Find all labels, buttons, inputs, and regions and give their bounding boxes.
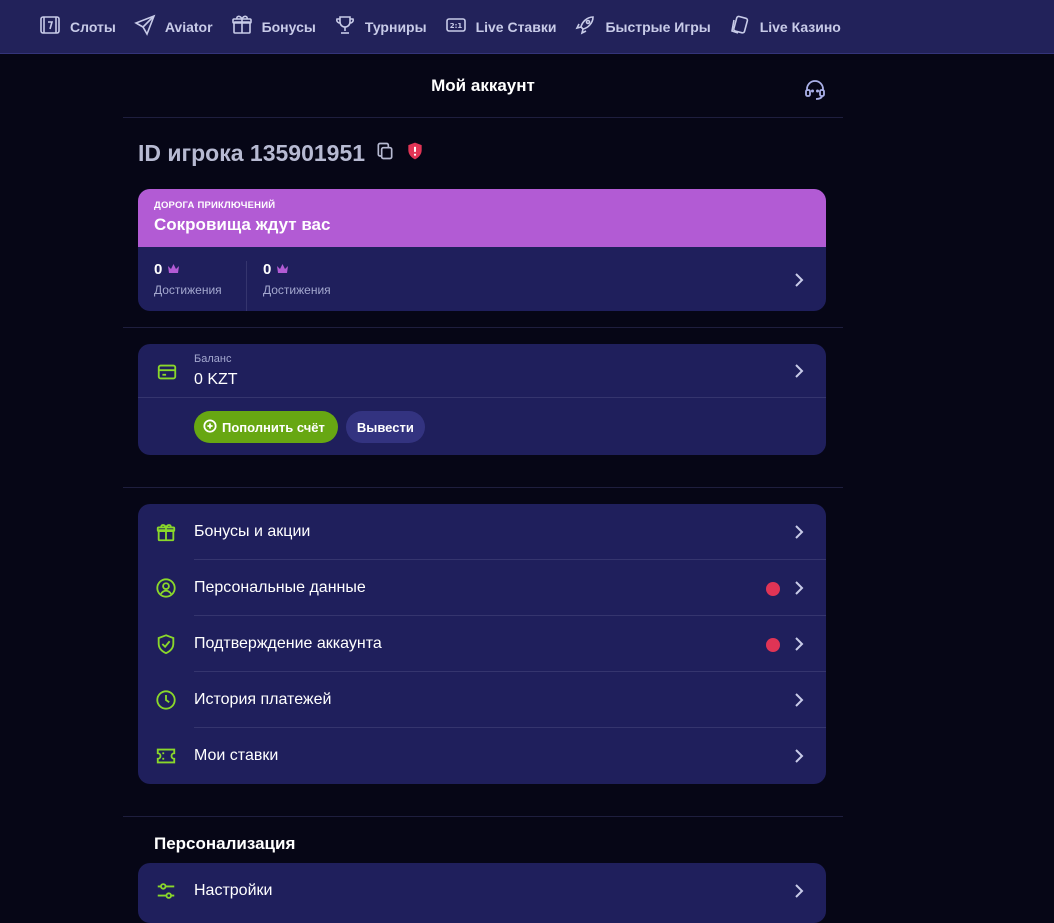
crown-icon <box>167 261 180 278</box>
chevron-right-icon <box>794 749 804 763</box>
adventure-stats: 0 Достижения 0 Достижения <box>138 247 826 311</box>
divider <box>123 327 843 328</box>
nav-item-fast-games[interactable]: Быстрые Игры <box>573 13 711 40</box>
balance-label: Баланс <box>194 353 232 365</box>
nav-item-bonuses[interactable]: Бонусы <box>230 13 316 40</box>
crown-icon <box>276 261 289 278</box>
stat-value: 0 <box>154 261 163 278</box>
alert-dot <box>766 582 780 596</box>
player-id: ID игрока 135901951 <box>138 140 366 166</box>
balance-actions: Пополнить счёт Вывести <box>194 411 425 443</box>
deposit-label: Пополнить счёт <box>222 419 325 435</box>
support-button[interactable] <box>803 78 827 102</box>
plus-circle-icon <box>203 418 217 436</box>
top-navigation: Слоты Aviator Бонусы Турниры 2:1 Live Ст… <box>0 0 1054 54</box>
chevron-right-icon <box>794 364 804 378</box>
adventure-title: Сокровища ждут вас <box>154 215 331 234</box>
nav-label: Live Казино <box>759 18 841 35</box>
slots-icon <box>38 13 62 40</box>
settings-card: Настройки <box>138 863 826 923</box>
menu-item-personal-data[interactable]: Персональные данные <box>138 560 826 616</box>
personalization-title: Персонализация <box>154 834 296 853</box>
balance-row[interactable]: Баланс 0 KZT <box>138 344 826 398</box>
menu-item-bonuses[interactable]: Бонусы и акции <box>138 504 826 560</box>
achievement-stat: 0 Достижения <box>246 261 338 311</box>
nav-item-live-casino[interactable]: Live Казино <box>728 13 841 40</box>
trophy-icon <box>333 13 357 40</box>
menu-item-label: Бонусы и акции <box>194 523 311 540</box>
nav-label: Бонусы <box>261 18 316 35</box>
adventure-card[interactable]: ДОРОГА ПРИКЛЮЧЕНИЙ Сокровища ждут вас 0 … <box>138 189 826 311</box>
menu-item-payment-history[interactable]: История платежей <box>138 672 826 728</box>
divider <box>123 816 843 817</box>
chevron-right-icon <box>794 581 804 595</box>
alert-dot <box>766 638 780 652</box>
menu-item-label: Мои ставки <box>194 747 279 764</box>
nav-item-tournaments[interactable]: Турниры <box>333 13 427 40</box>
account-panel: Мой аккаунт ID игрока 135901951 ДОРОГА П… <box>123 54 843 923</box>
menu-item-verification[interactable]: Подтверждение аккаунта <box>138 616 826 672</box>
sliders-icon <box>155 880 177 902</box>
withdraw-label: Вывести <box>356 419 414 435</box>
page-title: Мой аккаунт <box>431 75 535 95</box>
nav-label: Live Ставки <box>475 18 557 35</box>
menu-item-label: История платежей <box>194 691 332 708</box>
balance-value: 0 KZT <box>194 371 238 388</box>
stat-value: 0 <box>263 261 272 278</box>
chevron-right-icon <box>794 637 804 651</box>
nav-item-slots[interactable]: Слоты <box>38 13 116 40</box>
nav-label: Aviator <box>164 18 213 35</box>
deposit-button[interactable]: Пополнить счёт <box>194 411 338 443</box>
wallet-card-icon <box>156 361 178 388</box>
achievement-stat: 0 Достижения <box>154 261 246 311</box>
gift-icon <box>155 521 177 543</box>
rocket-icon <box>573 13 597 40</box>
nav-item-live-bets[interactable]: 2:1 Live Ставки <box>444 13 557 40</box>
chevron-right-icon <box>794 693 804 707</box>
shield-check-icon <box>155 633 177 655</box>
nav-label: Слоты <box>70 18 116 35</box>
headset-icon <box>805 80 825 100</box>
chevron-right-icon <box>794 525 804 539</box>
adventure-banner: ДОРОГА ПРИКЛЮЧЕНИЙ Сокровища ждут вас <box>138 189 826 247</box>
divider <box>123 487 843 488</box>
warning-shield-icon[interactable] <box>405 140 425 167</box>
chevron-right-icon <box>794 884 804 898</box>
nav-item-aviator[interactable]: Aviator <box>133 13 213 40</box>
user-icon <box>155 577 177 599</box>
menu-item-label: Персональные данные <box>194 579 366 596</box>
menu-item-my-bets[interactable]: Мои ставки <box>138 728 826 784</box>
player-id-row: ID игрока 135901951 <box>138 140 425 167</box>
nav-label: Турниры <box>364 18 427 35</box>
withdraw-button[interactable]: Вывести <box>345 411 425 443</box>
menu-item-settings[interactable]: Настройки <box>138 863 826 919</box>
menu-item-label: Подтверждение аккаунта <box>194 635 382 652</box>
balance-card: Баланс 0 KZT Пополнить счёт Вывести <box>138 344 826 455</box>
stat-label: Достижения <box>263 283 331 297</box>
account-menu: Бонусы и акции Персональные данные Подтв… <box>138 504 826 784</box>
ticket-icon <box>155 745 177 767</box>
copy-icon[interactable] <box>375 140 395 167</box>
plane-icon <box>133 13 157 40</box>
stat-label: Достижения <box>154 283 222 297</box>
account-header: Мой аккаунт <box>123 54 843 118</box>
cards-icon <box>728 13 752 40</box>
svg-text:2:1: 2:1 <box>449 22 462 30</box>
live-bets-icon: 2:1 <box>444 13 468 40</box>
chevron-right-icon <box>794 273 804 287</box>
menu-item-label: Настройки <box>194 882 273 899</box>
gift-icon <box>230 13 254 40</box>
nav-label: Быстрые Игры <box>605 18 711 35</box>
adventure-kicker: ДОРОГА ПРИКЛЮЧЕНИЙ <box>154 200 276 211</box>
clock-icon <box>155 689 177 711</box>
